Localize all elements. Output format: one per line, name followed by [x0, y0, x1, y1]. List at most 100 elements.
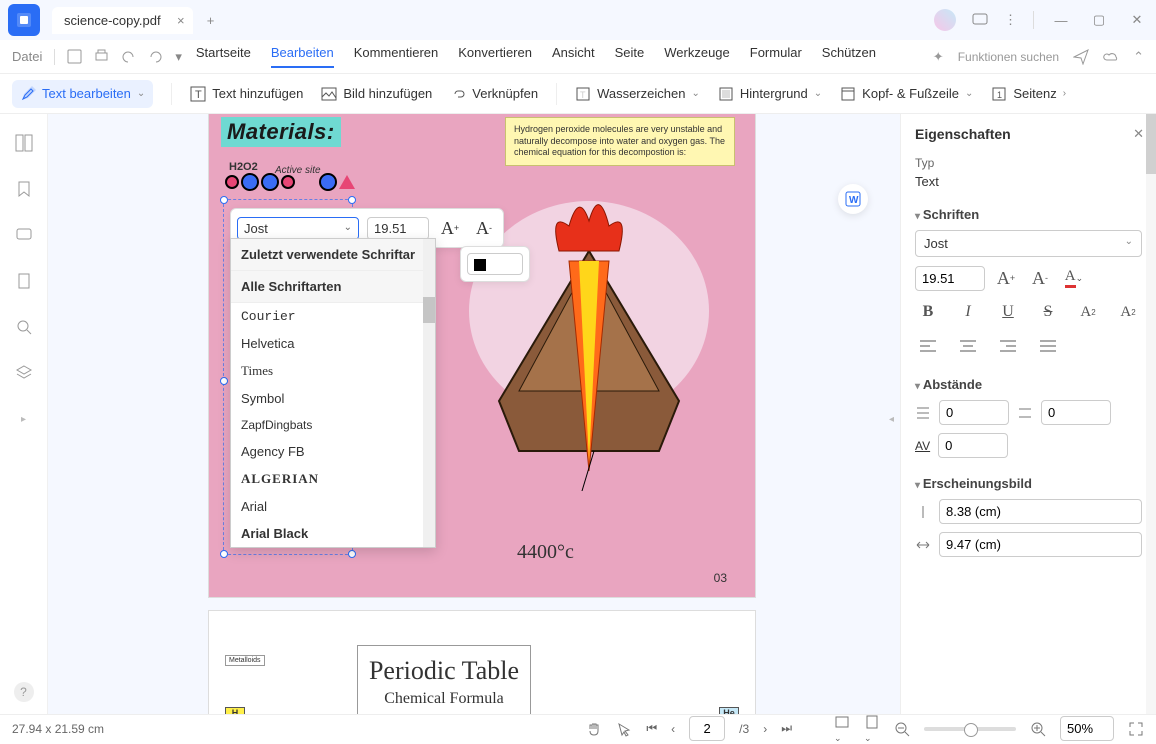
kebab-icon[interactable]: ⋮	[1004, 12, 1017, 28]
font-item-helvetica[interactable]: Helvetica	[231, 330, 435, 357]
thumbnails-icon[interactable]	[15, 134, 33, 152]
verknuepfen-button[interactable]: Verknüpfen	[450, 86, 538, 102]
zoom-out-icon[interactable]	[894, 721, 910, 737]
prev-page-icon[interactable]: ‹	[671, 722, 675, 736]
close-tab-icon[interactable]: ×	[177, 13, 185, 28]
print-icon[interactable]	[94, 49, 109, 64]
nav-ansicht[interactable]: Ansicht	[552, 45, 595, 68]
collapse-right-icon[interactable]: ◂	[889, 414, 894, 425]
superscript-icon[interactable]: A2	[1075, 299, 1101, 325]
bold-icon[interactable]: B	[915, 299, 941, 325]
font-item-algerian[interactable]: ALGERIAN	[231, 465, 435, 493]
help-icon[interactable]: ?	[14, 682, 34, 702]
abstaende-header[interactable]: Abstände	[915, 377, 1142, 392]
increase-font-icon[interactable]: A+	[993, 265, 1019, 291]
document-tab[interactable]: science-copy.pdf ×	[52, 7, 193, 34]
search-functions[interactable]: Funktionen suchen	[958, 50, 1059, 64]
para-spacing-input[interactable]	[1041, 400, 1111, 425]
nav-formular[interactable]: Formular	[750, 45, 802, 68]
export-word-bubble[interactable]: W	[838, 184, 868, 214]
erscheinungsbild-header[interactable]: Erscheinungsbild	[915, 476, 1142, 491]
add-tab-button[interactable]: +	[201, 13, 221, 28]
next-page-icon[interactable]: ›	[763, 722, 767, 736]
undo-icon[interactable]	[121, 49, 136, 64]
nav-startseite[interactable]: Startseite	[196, 45, 251, 68]
first-page-icon[interactable]: ⏮	[646, 721, 657, 736]
text-bearbeiten-button[interactable]: Text bearbeiten ⌄	[12, 80, 153, 108]
font-item-symbol[interactable]: Symbol	[231, 385, 435, 412]
fit-page-icon[interactable]: ⌄	[864, 714, 880, 744]
line-spacing-input[interactable]	[939, 400, 1009, 425]
nav-schuetzen[interactable]: Schützen	[822, 45, 876, 68]
hand-tool-icon[interactable]	[586, 721, 602, 737]
chat-icon[interactable]	[972, 12, 988, 28]
zoom-input[interactable]	[1060, 716, 1114, 741]
height-input[interactable]	[939, 532, 1142, 557]
attachments-icon[interactable]	[15, 272, 33, 290]
font-family-select[interactable]: Jost ⌄	[237, 217, 359, 240]
collapse-icon[interactable]: ⌃	[1133, 49, 1144, 65]
cloud-icon[interactable]	[1103, 49, 1119, 65]
font-color-icon[interactable]: A⌄	[1061, 265, 1087, 291]
fit-width-icon[interactable]: ⌄	[834, 714, 850, 744]
font-item-agencyfb[interactable]: Agency FB	[231, 438, 435, 465]
increase-font-button[interactable]: A+	[437, 215, 463, 241]
schriften-header[interactable]: Schriften	[915, 207, 1142, 222]
search-icon[interactable]	[15, 318, 33, 336]
close-panel-icon[interactable]: ✕	[1133, 126, 1144, 142]
align-right-icon[interactable]	[995, 333, 1021, 359]
minimize-button[interactable]: —	[1050, 13, 1072, 28]
document-canvas[interactable]: Materials: H2O2 Active site Hydrogen per…	[48, 114, 900, 714]
italic-icon[interactable]: I	[955, 299, 981, 325]
font-item-zapfdingbats[interactable]: ZapfDingbats	[231, 412, 435, 438]
font-item-courier[interactable]: Courier	[231, 303, 435, 330]
comments-icon[interactable]	[15, 226, 33, 244]
nav-kommentieren[interactable]: Kommentieren	[354, 45, 439, 68]
dropdown-icon[interactable]: ▾	[175, 49, 182, 65]
subscript-icon[interactable]: A2	[1115, 299, 1141, 325]
text-hinzufuegen-button[interactable]: T Text hinzufügen	[190, 86, 303, 102]
font-item-times[interactable]: Times	[231, 357, 435, 385]
align-justify-icon[interactable]	[1035, 333, 1061, 359]
hintergrund-button[interactable]: Hintergrund ⌄	[718, 86, 822, 102]
font-item-arial[interactable]: Arial	[231, 493, 435, 520]
nav-bearbeiten[interactable]: Bearbeiten	[271, 45, 334, 68]
page-number-input[interactable]	[689, 716, 725, 741]
select-tool-icon[interactable]	[616, 721, 632, 737]
width-input[interactable]	[939, 499, 1142, 524]
zoom-in-icon[interactable]	[1030, 721, 1046, 737]
maximize-button[interactable]: ▢	[1088, 12, 1110, 28]
close-window-button[interactable]: ✕	[1126, 12, 1148, 28]
file-menu[interactable]: Datei	[12, 49, 42, 64]
nav-werkzeuge[interactable]: Werkzeuge	[664, 45, 730, 68]
zoom-slider[interactable]	[924, 727, 1016, 731]
seitenzahl-button[interactable]: 1 Seitenz ›	[991, 86, 1066, 102]
redo-icon[interactable]	[148, 49, 163, 64]
fullscreen-icon[interactable]	[1128, 721, 1144, 737]
last-page-icon[interactable]: ⏭	[781, 721, 792, 736]
kopf-fusszeile-button[interactable]: Kopf- & Fußzeile ⌄	[840, 86, 973, 102]
decrease-font-button[interactable]: A-	[471, 215, 497, 241]
save-icon[interactable]	[67, 49, 82, 64]
panel-font-select[interactable]: Jost ⌄	[915, 230, 1142, 257]
avatar[interactable]	[934, 9, 956, 31]
align-left-icon[interactable]	[915, 333, 941, 359]
send-icon[interactable]	[1073, 49, 1089, 65]
font-size-select[interactable]: 19.51	[367, 217, 429, 240]
align-center-icon[interactable]	[955, 333, 981, 359]
underline-icon[interactable]: U	[995, 299, 1021, 325]
wasserzeichen-button[interactable]: T Wasserzeichen ⌄	[575, 86, 700, 102]
font-item-arialblack[interactable]: Arial Black	[231, 520, 435, 547]
panel-scrollbar[interactable]	[1146, 114, 1156, 714]
decrease-font-icon[interactable]: A-	[1027, 265, 1053, 291]
panel-font-size-input[interactable]	[915, 266, 985, 291]
expand-rail-icon[interactable]: ▸	[21, 414, 26, 425]
nav-seite[interactable]: Seite	[615, 45, 645, 68]
font-dropdown-scrollbar[interactable]	[423, 239, 435, 547]
bild-hinzufuegen-button[interactable]: Bild hinzufügen	[321, 86, 432, 102]
char-spacing-input[interactable]	[938, 433, 1008, 458]
bookmarks-icon[interactable]	[15, 180, 33, 198]
font-color-select[interactable]	[467, 253, 523, 275]
nav-konvertieren[interactable]: Konvertieren	[458, 45, 532, 68]
strikethrough-icon[interactable]: S	[1035, 299, 1061, 325]
